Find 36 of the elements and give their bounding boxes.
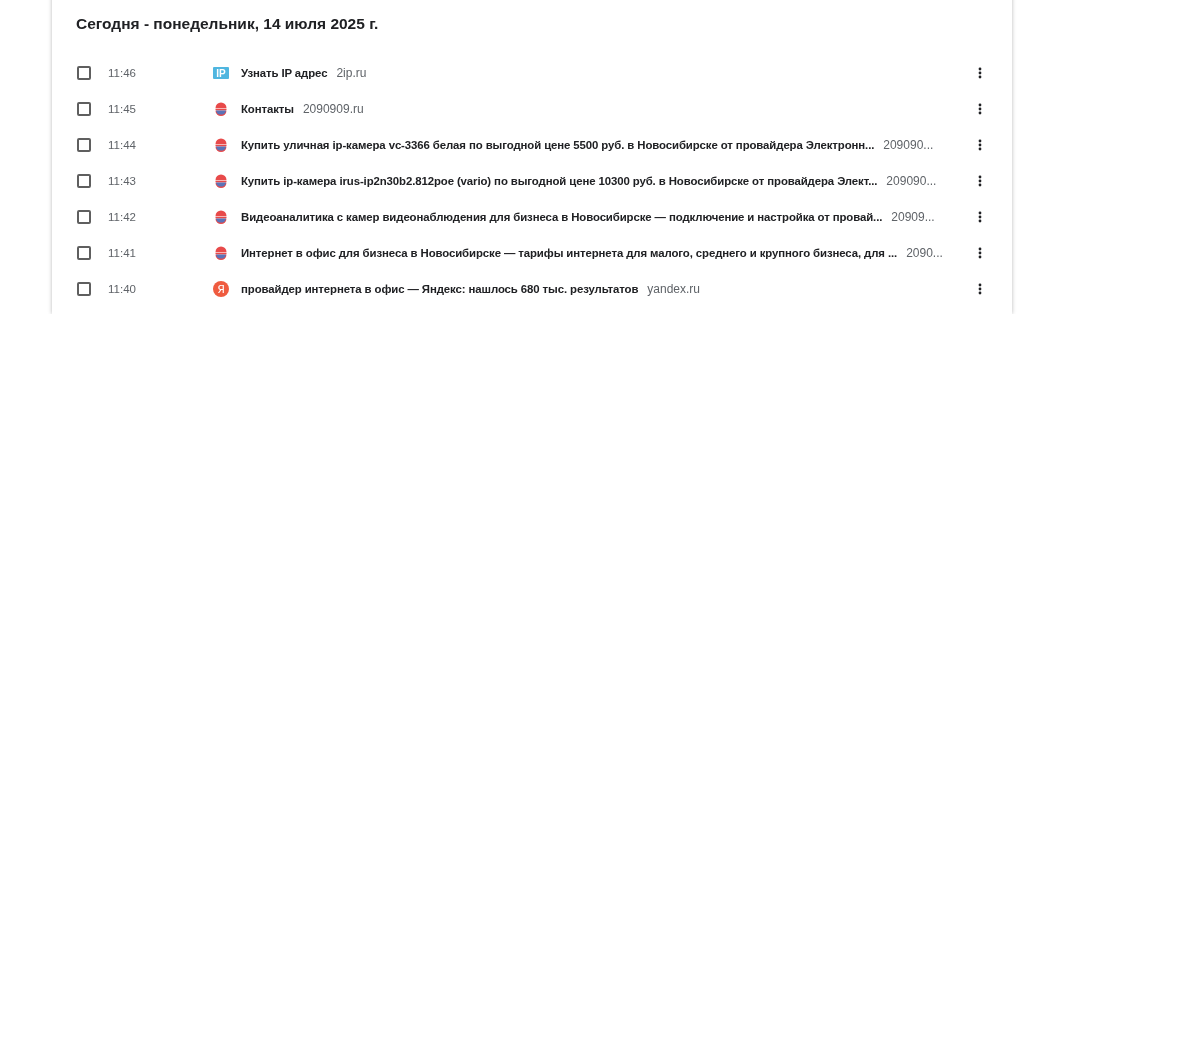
- page-title-link[interactable]: Интернет в офис для бизнеса в Новосибирске — тарифы интернета для малого, среднего и крупного бизнеса, для ...: [241, 247, 898, 259]
- checkbox[interactable]: [77, 138, 91, 152]
- visit-time: 11:45: [108, 103, 137, 115]
- checkbox[interactable]: [77, 174, 91, 188]
- page-title-link[interactable]: Контакты: [241, 103, 294, 115]
- visit-time: 11:44: [108, 139, 137, 151]
- domain: 209090...: [883, 138, 934, 152]
- visit-time: 11:46: [108, 67, 137, 79]
- page-title-link[interactable]: Видеоаналитика с камер видеонаблюдения для бизнеса в Новосибирске — подключение и настройка от провай...: [241, 211, 883, 223]
- checkbox[interactable]: [77, 66, 91, 80]
- ball-icon: [213, 173, 229, 189]
- ball-icon: [213, 101, 229, 117]
- checkbox[interactable]: [77, 246, 91, 260]
- domain: 2090...: [906, 246, 943, 260]
- visit-time: 11:43: [108, 175, 137, 187]
- site-icon: Я: [213, 281, 229, 297]
- ball-icon: [213, 245, 229, 261]
- site-icon: IP: [213, 65, 229, 81]
- domain: 2090909.ru: [302, 102, 364, 116]
- visit-time: 11:40: [108, 283, 137, 295]
- checkbox[interactable]: [77, 210, 91, 224]
- page-title-link[interactable]: Узнать IP адрес: [241, 67, 328, 79]
- domain: yandex.ru: [647, 282, 701, 296]
- page-title-link[interactable]: Купить ip-камера irus-ip2n30b2.812poe (vario) по выгодной цене 10300 руб. в Новосибирске от провайдера Элект...: [241, 175, 878, 187]
- visit-time: 11:41: [108, 247, 137, 259]
- ball-icon: [213, 209, 229, 225]
- domain: 2ip.ru: [336, 66, 367, 80]
- ball-icon: [213, 137, 229, 153]
- domain: 20909...: [891, 210, 935, 224]
- checkbox[interactable]: [77, 282, 91, 296]
- visit-time: 11:42: [108, 211, 137, 223]
- section-heading: Сегодня - понедельник, 14 июля 2025 г.: [76, 14, 380, 34]
- checkbox[interactable]: [77, 102, 91, 116]
- page-title-link[interactable]: Купить уличная ip-камера vc-3366 белая по выгодной цене 5500 руб. в Новосибирске от провайдера Электронн...: [241, 139, 875, 151]
- page-title-link[interactable]: провайдер интернета в офис — Яндекс: нашлось 680 тыс. результатов: [241, 283, 639, 295]
- domain: 209090...: [886, 174, 937, 188]
